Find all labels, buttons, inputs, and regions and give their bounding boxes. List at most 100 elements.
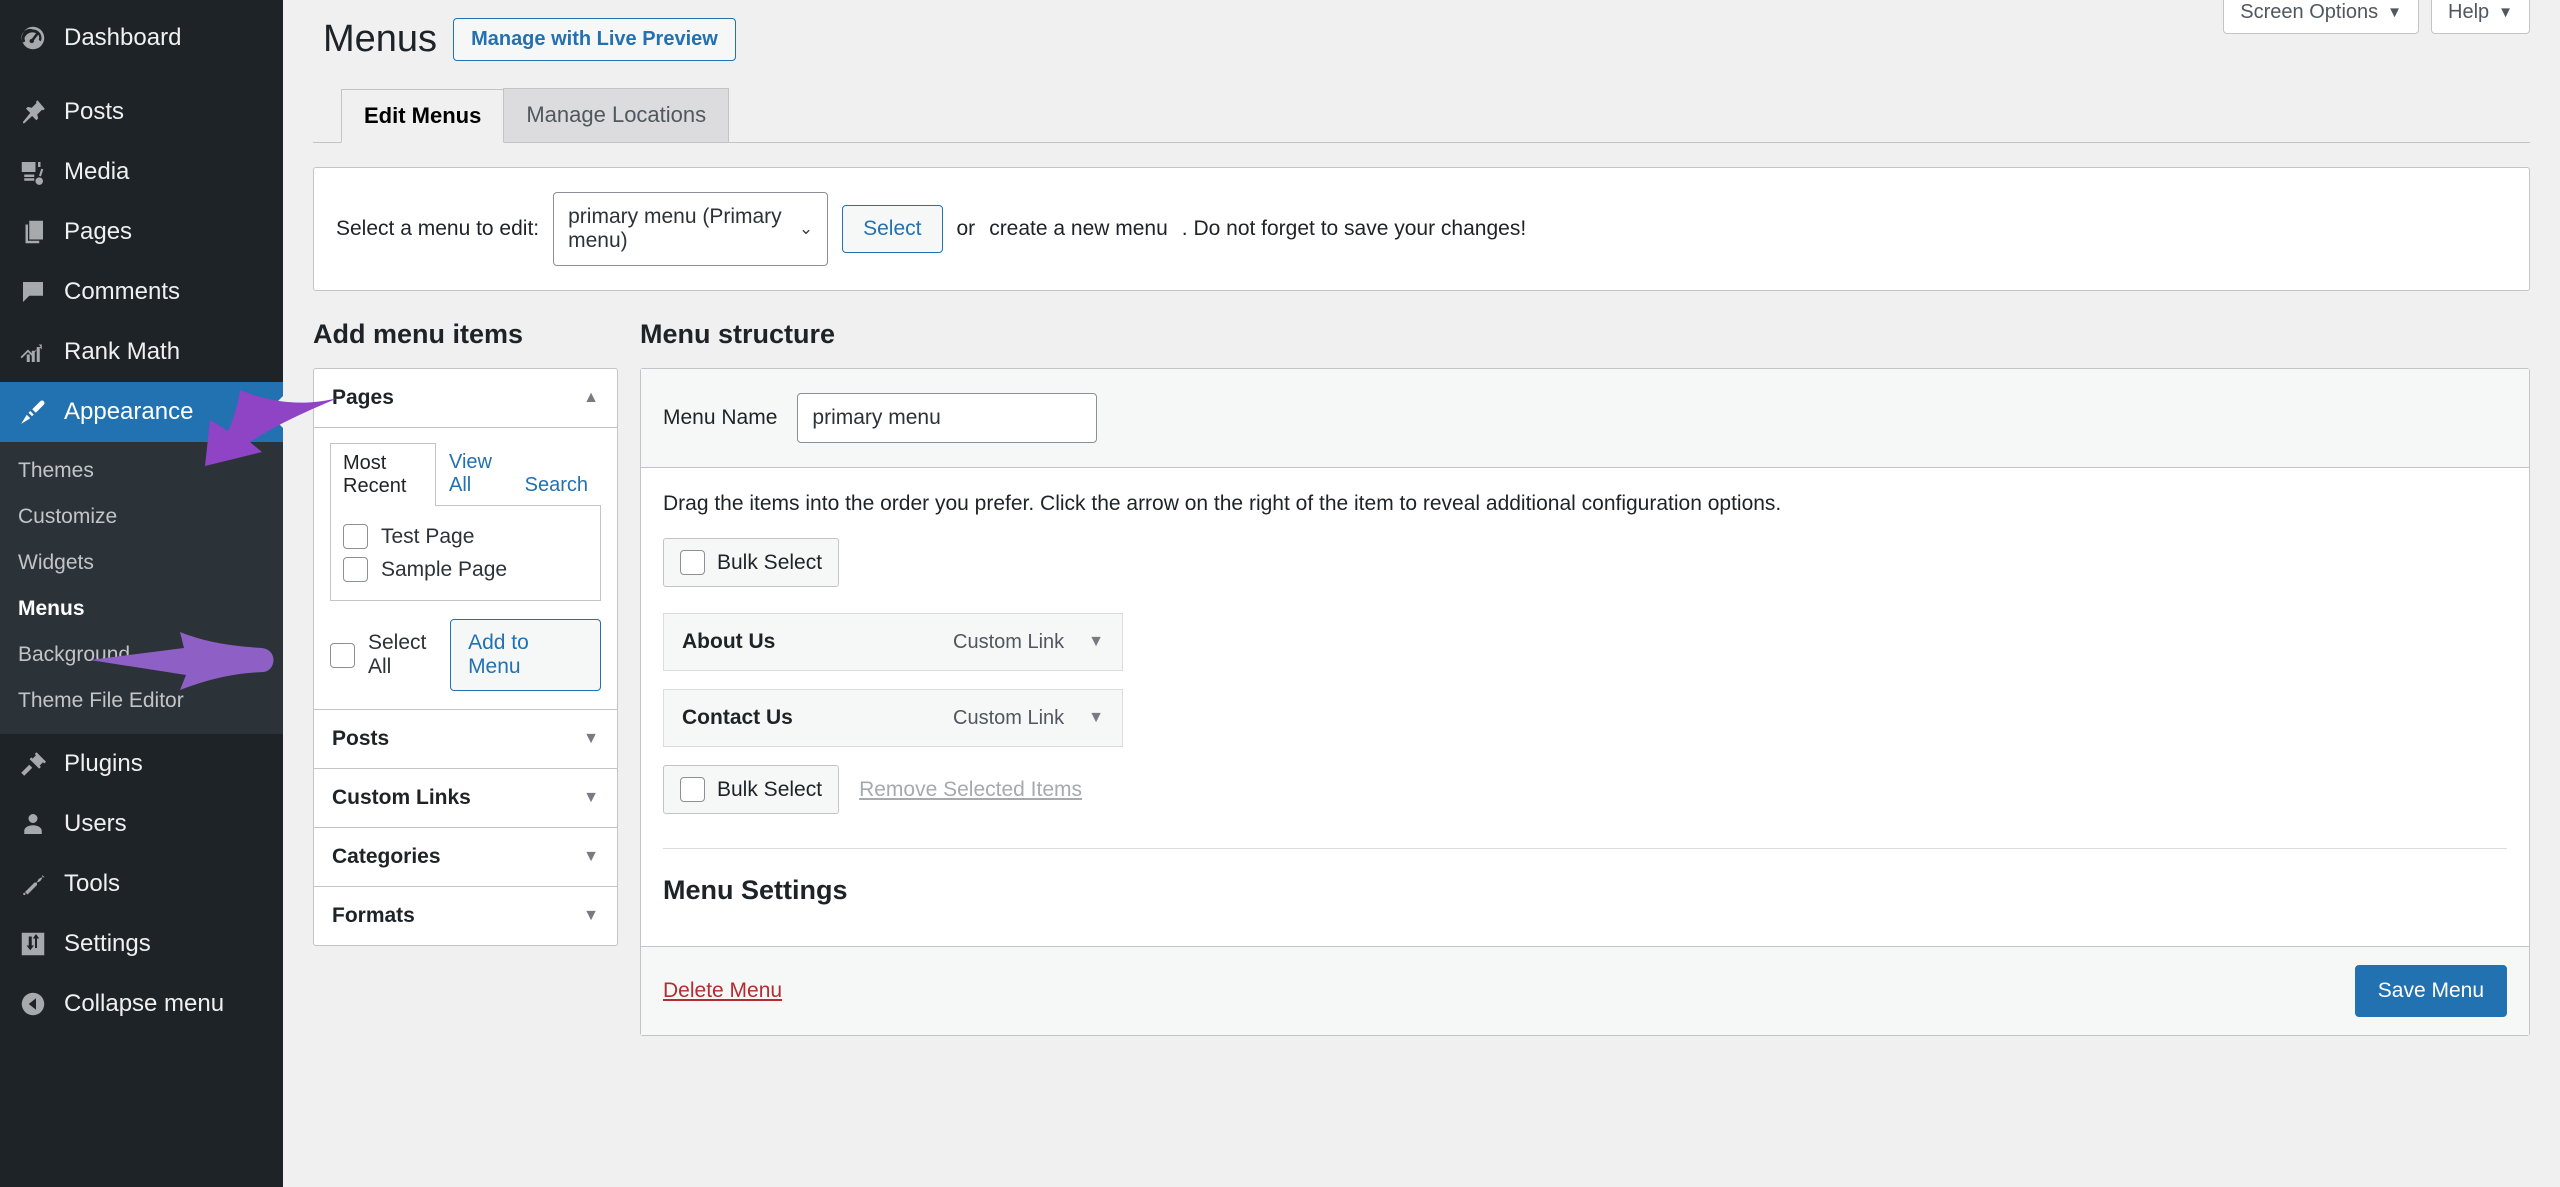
screen-options-label: Screen Options [2240, 1, 2379, 23]
or-text: or [956, 217, 976, 240]
menu-name-input[interactable] [797, 393, 1098, 443]
sidebar-item-label: Posts [64, 98, 125, 125]
checkbox-sample-page[interactable] [343, 557, 368, 582]
select-all-row[interactable]: Select All [330, 627, 450, 683]
chevron-down-icon: ▼ [583, 848, 599, 865]
add-menu-items-panel: Pages ▲ Most Recent View All Search Test… [313, 368, 618, 946]
remove-selected-items-link[interactable]: Remove Selected Items [859, 778, 1082, 802]
menu-select-dropdown[interactable]: primary menu (Primary menu) ⌄ [553, 192, 829, 266]
media-icon [18, 157, 64, 187]
sidebar-item-rank-math[interactable]: Rank Math [0, 322, 283, 382]
sidebar-item-media[interactable]: Media [0, 142, 283, 202]
pages-tab-view-all[interactable]: View All [436, 442, 512, 505]
sidebar-item-posts[interactable]: Posts [0, 82, 283, 142]
menu-structure-footer: Delete Menu Save Menu [641, 946, 2529, 1035]
chevron-down-icon: ▼ [583, 730, 599, 747]
sidebar-item-label: Dashboard [64, 24, 182, 51]
accordion-custom-links-header[interactable]: Custom Links ▼ [314, 769, 617, 828]
list-item[interactable]: Sample Page [343, 553, 588, 586]
submenu-item-menus[interactable]: Menus [0, 586, 283, 632]
sidebar-item-comments[interactable]: Comments [0, 262, 283, 322]
add-to-menu-button[interactable]: Add to Menu [450, 619, 601, 691]
sidebar-item-label: Plugins [64, 750, 143, 777]
help-button[interactable]: Help ▼ [2431, 0, 2530, 34]
user-icon [18, 809, 64, 839]
submenu-item-widgets[interactable]: Widgets [0, 540, 283, 586]
rank-math-icon [18, 337, 64, 367]
accordion-categories-label: Categories [332, 845, 441, 868]
screen-options-button[interactable]: Screen Options ▼ [2223, 0, 2419, 34]
submenu-item-theme-file-editor[interactable]: Theme File Editor [0, 678, 283, 724]
sidebar-item-label: Settings [64, 930, 151, 957]
accordion-formats-header[interactable]: Formats ▼ [314, 887, 617, 945]
tab-underline [313, 142, 2530, 143]
submenu-label: Themes [18, 459, 94, 482]
accordion-posts-header[interactable]: Posts ▼ [314, 709, 617, 769]
sidebar-item-dashboard[interactable]: Dashboard [0, 8, 283, 68]
plug-icon [18, 749, 64, 779]
accordion-pages-header[interactable]: Pages ▲ [314, 369, 617, 428]
menu-item-meta: Custom Link ▼ [953, 631, 1104, 654]
select-all-label: Select All [368, 631, 427, 678]
menu-name-row: Menu Name [641, 369, 2529, 468]
select-button[interactable]: Select [842, 205, 943, 253]
pages-tab-most-recent[interactable]: Most Recent [330, 443, 436, 506]
wrench-icon [18, 869, 64, 899]
pages-panel-actions: Select All Add to Menu [330, 619, 601, 691]
bulk-actions-row: Bulk Select Remove Selected Items [663, 765, 2507, 814]
delete-menu-link[interactable]: Delete Menu [663, 979, 782, 1003]
create-a-new-menu-link[interactable]: create a new menu [989, 217, 1168, 241]
pages-list: Test Page Sample Page [330, 505, 601, 601]
tab-edit-menus[interactable]: Edit Menus [341, 89, 505, 143]
checkbox-select-all[interactable] [330, 642, 355, 668]
collapse-icon [18, 989, 64, 1019]
page-header: Menus Manage with Live Preview Edit Menu… [283, 0, 2560, 143]
sidebar-item-label: Users [64, 810, 127, 837]
screen-meta-bar: Screen Options ▼ Help ▼ [2223, 0, 2530, 34]
list-item[interactable]: Test Page [343, 520, 588, 553]
checkbox-test-page[interactable] [343, 524, 368, 549]
sidebar-item-tools[interactable]: Tools [0, 854, 283, 914]
pages-tab-search[interactable]: Search [512, 465, 601, 505]
table-row[interactable]: About Us Custom Link ▼ [663, 613, 1123, 671]
chevron-down-icon: ▼ [2498, 4, 2513, 21]
chevron-down-icon[interactable]: ▼ [1088, 633, 1104, 651]
sidebar-item-appearance[interactable]: Appearance [0, 382, 283, 442]
sidebar-item-settings[interactable]: Settings [0, 914, 283, 974]
sidebar-item-pages[interactable]: Pages [0, 202, 283, 262]
save-menu-button[interactable]: Save Menu [2354, 965, 2507, 1017]
brush-icon [18, 397, 64, 427]
bulk-select-bottom-button[interactable]: Bulk Select [663, 765, 840, 814]
submenu-item-customize[interactable]: Customize [0, 494, 283, 540]
accordion-formats-label: Formats [332, 904, 415, 927]
submenu-item-background[interactable]: Background [0, 632, 283, 678]
sidebar-item-label: Rank Math [64, 338, 181, 365]
checkbox-bulk-select-top[interactable] [680, 550, 705, 575]
tab-manage-locations[interactable]: Manage Locations [503, 88, 730, 142]
chevron-down-icon: ⌄ [798, 219, 814, 238]
chevron-down-icon[interactable]: ▼ [1088, 709, 1104, 727]
table-row[interactable]: Contact Us Custom Link ▼ [663, 689, 1123, 747]
checkbox-bulk-select-bottom[interactable] [680, 777, 705, 802]
chevron-down-icon: ▼ [583, 907, 599, 924]
menu-item-title: Contact Us [682, 706, 793, 729]
submenu-item-themes[interactable]: Themes [0, 448, 283, 494]
menu-select-value: primary menu (Primary menu) [568, 205, 782, 252]
submenu-label: Menus [18, 597, 85, 620]
sidebar-item-users[interactable]: Users [0, 794, 283, 854]
tab-bar: Edit Menus Manage Locations [341, 88, 2520, 143]
sidebar-item-label: Tools [64, 870, 121, 897]
add-menu-items-title: Add menu items [313, 319, 524, 349]
comment-icon [18, 277, 64, 307]
wordpress-admin-screen: Dashboard Posts Media Pages Comments Ran… [0, 0, 2560, 1187]
add-menu-items-column: Add menu items Pages ▲ Most Recent View … [313, 319, 618, 1036]
manage-with-live-preview-button[interactable]: Manage with Live Preview [453, 18, 736, 61]
bulk-select-top-label: Bulk Select [717, 550, 823, 574]
sidebar-item-collapse-menu[interactable]: Collapse menu [0, 974, 283, 1034]
bulk-select-top-button[interactable]: Bulk Select [663, 538, 840, 587]
chevron-up-icon: ▲ [583, 389, 599, 406]
title-row: Menus Manage with Live Preview [323, 18, 2520, 61]
save-reminder-text: . Do not forget to save your changes! [1181, 217, 1527, 240]
accordion-categories-header[interactable]: Categories ▼ [314, 828, 617, 887]
sidebar-item-plugins[interactable]: Plugins [0, 734, 283, 794]
